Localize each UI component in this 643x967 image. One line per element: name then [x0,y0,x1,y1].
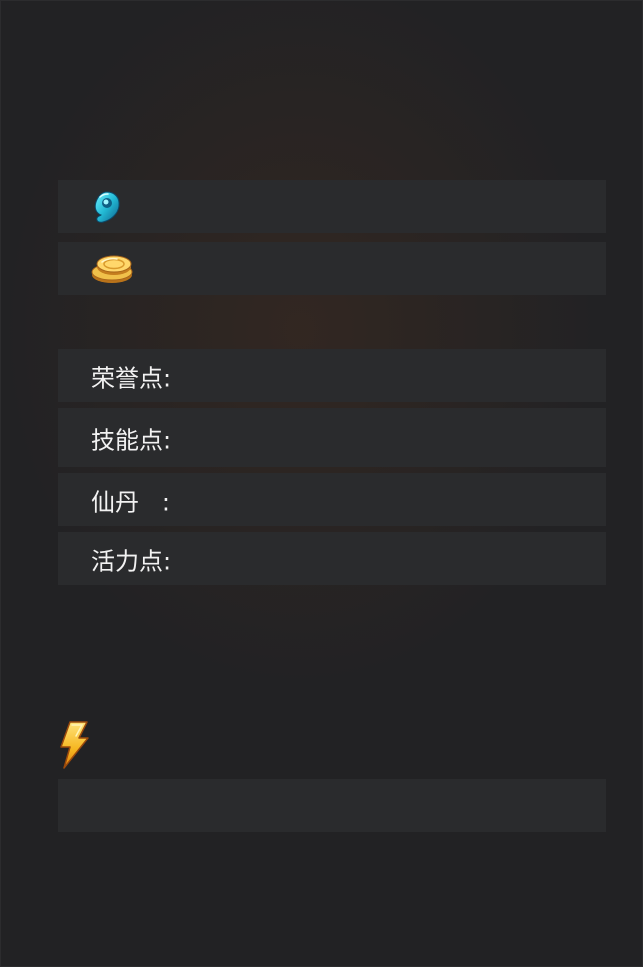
blue-spirit-gem-icon [88,189,124,225]
gold-coins-icon [88,251,136,287]
lightning-energy-icon [58,721,90,769]
stat-row-honor: 荣誉点: [58,349,606,402]
vitality-points-label: 活力点: [91,547,172,575]
honor-points-label: 荣誉点: [91,364,172,392]
stat-row-skill: 技能点: [58,408,606,467]
skill-points-label: 技能点: [91,426,172,454]
resource-panel: 荣誉点: 技能点: 仙丹 : 活力点: [0,0,643,967]
stat-row-elixir: 仙丹 : [58,473,606,526]
currency-row-gold [58,242,606,295]
elixir-label: 仙丹 : [91,488,170,516]
currency-row-gem [58,180,606,233]
stat-row-vitality: 活力点: [58,532,606,585]
energy-row [58,779,606,832]
